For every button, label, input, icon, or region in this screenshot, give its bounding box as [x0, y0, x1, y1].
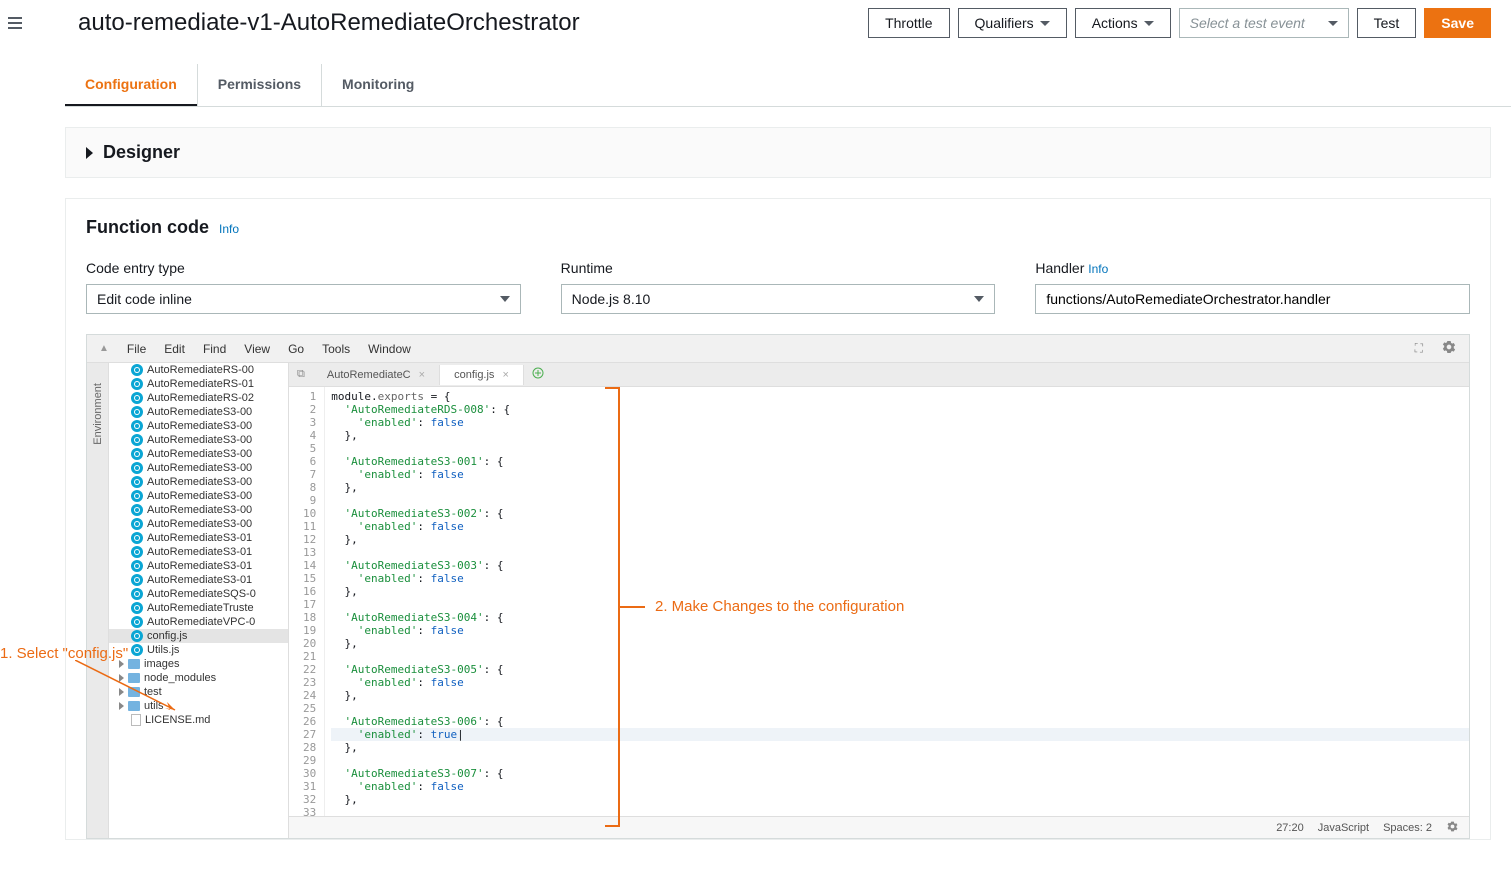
tree-item[interactable]: images — [109, 657, 288, 671]
tree-item[interactable]: test — [109, 685, 288, 699]
tree-item[interactable]: AutoRemediateS3-01 — [109, 559, 288, 573]
chevron-down-icon — [974, 296, 984, 302]
chevron-down-icon — [1144, 21, 1154, 26]
status-bar: 27:20 JavaScript Spaces: 2 — [289, 816, 1469, 838]
ide-menu-file[interactable]: File — [127, 342, 146, 356]
ide-menu-window[interactable]: Window — [368, 342, 411, 356]
chevron-down-icon — [1328, 21, 1338, 26]
tab-configuration[interactable]: Configuration — [65, 64, 197, 106]
info-link[interactable]: Info — [219, 222, 239, 236]
tree-item[interactable]: AutoRemediateRS-00 — [109, 363, 288, 377]
handler-input[interactable] — [1035, 284, 1470, 314]
designer-title: Designer — [103, 142, 180, 163]
tree-item[interactable]: AutoRemediateS3-00 — [109, 419, 288, 433]
tree-item[interactable]: AutoRemediateS3-00 — [109, 475, 288, 489]
tree-item[interactable]: AutoRemediateS3-01 — [109, 545, 288, 559]
tree-item[interactable]: AutoRemediateVPC-0 — [109, 615, 288, 629]
ide-menu-go[interactable]: Go — [288, 342, 304, 356]
ide-menu-edit[interactable]: Edit — [164, 342, 185, 356]
tree-item[interactable]: AutoRemediateS3-00 — [109, 405, 288, 419]
tree-item[interactable]: config.js — [109, 629, 288, 643]
chevron-down-icon — [500, 296, 510, 302]
tree-item[interactable]: AutoRemediateSQS-0 — [109, 587, 288, 601]
test-button[interactable]: Test — [1357, 8, 1417, 38]
function-code-title: Function code — [86, 217, 209, 238]
tree-item[interactable]: Utils.js — [109, 643, 288, 657]
status-gear-icon[interactable] — [1446, 820, 1459, 836]
runtime-select[interactable]: Node.js 8.10 — [561, 284, 996, 314]
editor-tab[interactable]: config.js× — [440, 365, 524, 385]
function-code-panel: Function code Info Code entry type Edit … — [65, 198, 1491, 840]
entry-type-select[interactable]: Edit code inline — [86, 284, 521, 314]
throttle-button[interactable]: Throttle — [868, 8, 949, 38]
actions-button[interactable]: Actions — [1075, 8, 1171, 38]
chevron-down-icon — [1040, 21, 1050, 26]
handler-info-link[interactable]: Info — [1088, 262, 1108, 276]
save-button[interactable]: Save — [1424, 8, 1491, 38]
tree-item[interactable]: AutoRemediateS3-00 — [109, 489, 288, 503]
environment-side-tab[interactable]: Environment — [87, 363, 109, 838]
tree-item[interactable]: node_modules — [109, 671, 288, 685]
tree-item[interactable]: AutoRemediateS3-00 — [109, 447, 288, 461]
gear-icon[interactable] — [1441, 339, 1457, 358]
disclosure-icon — [86, 147, 93, 159]
editor-tabs: ⧉ AutoRemediateC×config.js× — [289, 363, 1469, 387]
main-tabs: Configuration Permissions Monitoring — [65, 64, 1511, 107]
tree-item[interactable]: AutoRemediateS3-00 — [109, 503, 288, 517]
designer-toggle[interactable]: Designer — [66, 128, 1490, 177]
test-event-select[interactable]: Select a test event — [1179, 8, 1349, 38]
hamburger-menu[interactable] — [0, 9, 30, 37]
collapse-icon[interactable]: ▲ — [99, 343, 109, 354]
code-editor[interactable]: 1234567891011121314151617181920212223242… — [289, 387, 1469, 816]
close-icon[interactable]: × — [419, 369, 425, 381]
file-tree[interactable]: AutoRemediateRS-00AutoRemediateRS-01Auto… — [109, 363, 289, 838]
page-title: auto-remediate-v1-AutoRemediateOrchestra… — [78, 9, 860, 37]
qualifiers-button[interactable]: Qualifiers — [958, 8, 1067, 38]
ide-menu-view[interactable]: View — [244, 342, 270, 356]
ide-menu-tools[interactable]: Tools — [322, 342, 350, 356]
tree-item[interactable]: AutoRemediateS3-01 — [109, 573, 288, 587]
language-mode[interactable]: JavaScript — [1318, 822, 1369, 834]
designer-panel: Designer — [65, 127, 1491, 178]
ide-menu-find[interactable]: Find — [203, 342, 226, 356]
tree-item[interactable]: AutoRemediateS3-00 — [109, 517, 288, 531]
fullscreen-icon[interactable]: ⛶ — [1415, 341, 1423, 356]
runtime-label: Runtime — [561, 260, 996, 276]
tree-item[interactable]: LICENSE.md — [109, 713, 288, 727]
close-icon[interactable]: × — [502, 369, 508, 381]
handler-label: Handler Info — [1035, 260, 1470, 276]
tab-monitoring[interactable]: Monitoring — [321, 64, 434, 106]
tree-item[interactable]: AutoRemediateRS-02 — [109, 391, 288, 405]
tree-item[interactable]: AutoRemediateTruste — [109, 601, 288, 615]
spaces-setting[interactable]: Spaces: 2 — [1383, 822, 1432, 834]
editor-tab[interactable]: AutoRemediateC× — [313, 365, 440, 385]
tab-readonly-icon: ⧉ — [289, 364, 313, 385]
cursor-position: 27:20 — [1276, 822, 1304, 834]
new-tab-button[interactable] — [524, 363, 552, 386]
tree-item[interactable]: AutoRemediateRS-01 — [109, 377, 288, 391]
code-editor-ide: ▲ File Edit Find View Go Tools Window ⛶ Enviro… — [86, 334, 1470, 839]
tree-item[interactable]: AutoRemediateS3-00 — [109, 433, 288, 447]
tree-item[interactable]: AutoRemediateS3-00 — [109, 461, 288, 475]
tree-item[interactable]: utils — [109, 699, 288, 713]
tab-permissions[interactable]: Permissions — [197, 64, 321, 106]
ide-menu-bar: ▲ File Edit Find View Go Tools Window ⛶ — [87, 335, 1469, 363]
entry-type-label: Code entry type — [86, 260, 521, 276]
tree-item[interactable]: AutoRemediateS3-01 — [109, 531, 288, 545]
